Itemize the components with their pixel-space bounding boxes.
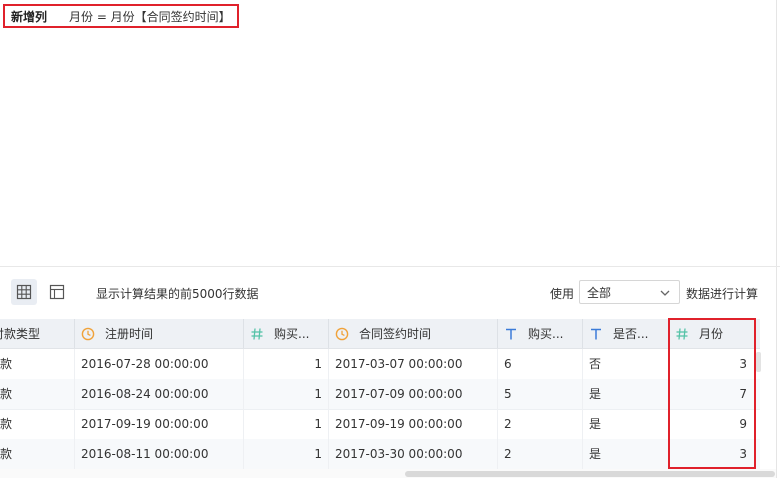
cell-register-time: 2017-09-19 00:00:00 xyxy=(75,409,244,439)
vertical-scrollbar[interactable] xyxy=(756,352,761,372)
cell-whether: 否 xyxy=(583,349,669,379)
section-divider xyxy=(0,266,780,267)
cell-register-time: 2016-07-28 00:00:00 xyxy=(75,349,244,379)
column-header-payment-type[interactable]: 付款类型 xyxy=(0,319,75,348)
preview-toolbar: 显示计算结果的前5000行数据 使用 全部 数据进行计算 xyxy=(0,277,780,309)
formula-bar: 新增列 月份 = 月份【合同签约时间】 xyxy=(3,4,239,28)
column-header-label: 购买... xyxy=(528,327,564,341)
horizontal-scrollbar[interactable] xyxy=(405,471,775,477)
grid-view-button[interactable] xyxy=(11,279,37,305)
cell-whether: 是 xyxy=(583,439,669,469)
chevron-down-icon xyxy=(660,290,670,296)
cell-purchase-count: 1 xyxy=(244,379,329,409)
column-header-label: 月份 xyxy=(699,327,724,341)
hash-icon xyxy=(675,327,689,341)
cell-whether: 是 xyxy=(583,409,669,439)
hash-icon xyxy=(250,327,264,341)
preview-table: 付款类型 注册时间 购买... 合同签约时间 购买... xyxy=(0,319,760,469)
cell-purchase-count: 1 xyxy=(244,409,329,439)
text-icon xyxy=(589,327,603,341)
table-row: 付款 2016-08-24 00:00:00 1 2017-07-09 00:0… xyxy=(0,379,760,410)
cell-payment-type: 付款 xyxy=(0,439,75,469)
cell-purchase-text: 2 xyxy=(498,439,583,469)
cell-month: 9 xyxy=(739,417,747,431)
cell-payment-type: 付款 xyxy=(0,379,75,409)
cell-month: 3 xyxy=(739,357,747,371)
cell-month: 3 xyxy=(739,447,747,461)
column-header-purchase-text[interactable]: 购买... xyxy=(498,319,583,348)
preview-hint: 显示计算结果的前5000行数据 xyxy=(96,287,259,301)
cell-purchase-text: 2 xyxy=(498,409,583,439)
table-row: 付款 2016-07-28 00:00:00 1 2017-03-07 00:0… xyxy=(0,349,760,380)
panel-divider xyxy=(776,0,777,478)
cell-payment-type: 付款 xyxy=(0,409,75,439)
new-column-label: 新增列 xyxy=(11,9,48,24)
column-header-label: 合同签约时间 xyxy=(359,327,432,341)
use-label: 使用 xyxy=(550,287,575,301)
cell-whether: 是 xyxy=(583,379,669,409)
cell-contract-time: 2017-03-07 00:00:00 xyxy=(329,349,498,379)
cell-contract-time: 2017-09-19 00:00:00 xyxy=(329,409,498,439)
cell-purchase-text: 6 xyxy=(498,349,583,379)
cell-contract-time: 2017-07-09 00:00:00 xyxy=(329,379,498,409)
cell-purchase-count: 1 xyxy=(244,349,329,379)
column-header-register-time[interactable]: 注册时间 xyxy=(75,319,244,348)
column-header-label: 是否... xyxy=(613,327,649,341)
layout-icon xyxy=(49,284,65,300)
column-header-month[interactable]: 月份 xyxy=(669,319,760,348)
cell-contract-time: 2017-03-30 00:00:00 xyxy=(329,439,498,469)
cell-purchase-text: 5 xyxy=(498,379,583,409)
formula-text[interactable]: 月份 = 月份【合同签约时间】 xyxy=(69,8,231,25)
cell-register-time: 2016-08-11 00:00:00 xyxy=(75,439,244,469)
column-header-label: 购买... xyxy=(274,327,310,341)
column-header-purchase-count[interactable]: 购买... xyxy=(244,319,329,348)
table-header: 付款类型 注册时间 购买... 合同签约时间 购买... xyxy=(0,319,760,349)
column-header-contract-time[interactable]: 合同签约时间 xyxy=(329,319,498,348)
table-row: 付款 2016-08-11 00:00:00 1 2017-03-30 00:0… xyxy=(0,439,760,469)
table-row: 付款 2017-09-19 00:00:00 1 2017-09-19 00:0… xyxy=(0,409,760,440)
column-header-label: 注册时间 xyxy=(105,327,154,341)
text-icon xyxy=(504,327,518,341)
cell-payment-type: 付款 xyxy=(0,349,75,379)
clock-icon xyxy=(81,327,95,341)
column-header-whether[interactable]: 是否... xyxy=(583,319,669,348)
clock-icon xyxy=(335,327,349,341)
grid-icon xyxy=(16,284,32,300)
cell-register-time: 2016-08-24 00:00:00 xyxy=(75,379,244,409)
column-header-label: 付款类型 xyxy=(0,327,41,341)
cell-purchase-count: 1 xyxy=(244,439,329,469)
cell-month: 7 xyxy=(739,387,747,401)
calc-label: 数据进行计算 xyxy=(686,287,759,301)
scope-select-value: 全部 xyxy=(587,285,612,300)
layout-view-button[interactable] xyxy=(44,279,70,305)
scope-select[interactable]: 全部 xyxy=(579,280,680,304)
